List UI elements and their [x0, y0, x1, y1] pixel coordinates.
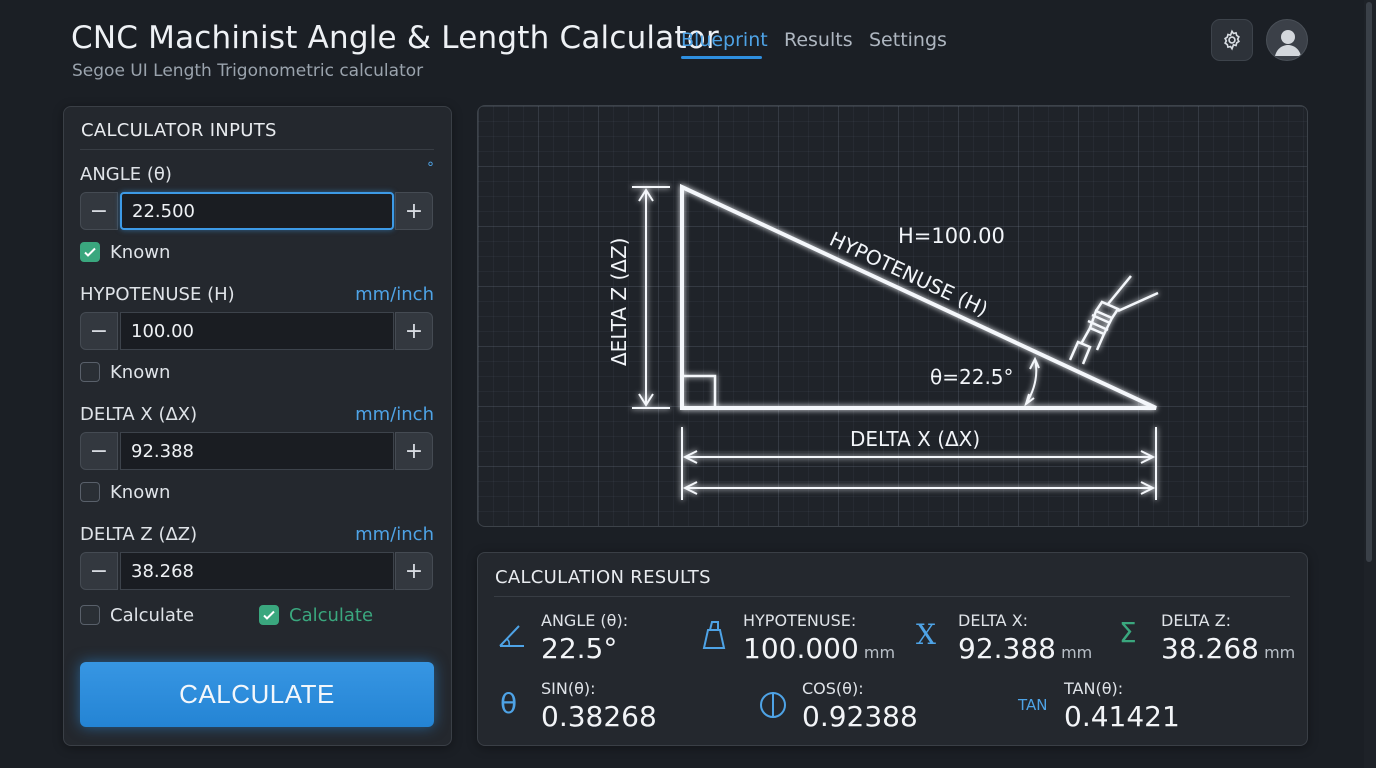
result-sin-label: SIN(θ):	[541, 679, 596, 698]
result-delta-z-unit: mm	[1264, 643, 1296, 662]
check-icon	[263, 610, 275, 620]
results-divider	[494, 596, 1290, 597]
delta-z-label: DELTA Z (ΔZ)	[80, 524, 198, 545]
calculate-button[interactable]: CALCULATE	[80, 662, 434, 727]
settings-button[interactable]	[1211, 19, 1253, 61]
cnc-tool-icon	[1068, 275, 1159, 365]
tab-blueprint[interactable]: Blueprint	[681, 29, 768, 51]
angle-decrement-button[interactable]: −	[80, 192, 118, 230]
hypotenuse-known-checkbox[interactable]	[80, 362, 100, 382]
active-tab-indicator	[681, 56, 762, 59]
hypotenuse-input[interactable]	[120, 312, 394, 350]
result-hypotenuse-unit: mm	[863, 643, 896, 662]
diagram-delta-x-label: DELTA X (ΔX)	[850, 427, 980, 451]
scrollbar-thumb[interactable]	[1366, 2, 1372, 562]
angle-known-checkbox[interactable]	[80, 242, 100, 262]
angle-known-label: Known	[110, 242, 171, 263]
app-title: CNC Machinist Angle & Length Calculator	[71, 20, 719, 56]
angle-unit: °	[427, 160, 434, 176]
inputs-divider	[80, 149, 434, 150]
angle-label: ANGLE (θ)	[80, 164, 172, 185]
result-cos-label: COS(θ):	[802, 679, 864, 698]
result-hypotenuse-value: 100.000	[743, 632, 859, 665]
calculate-option-checkbox-2[interactable]	[259, 605, 279, 625]
phi-icon	[760, 692, 786, 718]
delta-x-known-label: Known	[110, 482, 171, 503]
delta-z-decrement-button[interactable]: −	[80, 552, 118, 590]
delta-x-unit: mm/inch	[355, 404, 434, 425]
hypotenuse-icon	[702, 621, 726, 649]
user-avatar[interactable]	[1266, 19, 1308, 61]
delta-x-input[interactable]	[120, 432, 394, 470]
result-hypotenuse-readout: 100.000 mm	[743, 632, 895, 665]
hypotenuse-increment-button[interactable]: +	[395, 312, 433, 350]
result-delta-z-readout: 38.268 mm	[1161, 632, 1295, 665]
check-icon	[84, 247, 96, 257]
diagram-h-value: H=100.00	[898, 224, 1005, 248]
app-subtitle: Segoe UI Length Trigonometric calculator	[72, 61, 424, 81]
delta-x-known-checkbox[interactable]	[80, 482, 100, 502]
theta-icon: θ	[500, 687, 518, 720]
delta-x-label: DELTA X (ΔX)	[80, 404, 198, 425]
delta-x-decrement-button[interactable]: −	[80, 432, 118, 470]
angle-input[interactable]	[120, 192, 394, 230]
result-hypotenuse-label: HYPOTENUSE:	[743, 611, 857, 630]
hypotenuse-decrement-button[interactable]: −	[80, 312, 118, 350]
result-delta-x-unit: mm	[1061, 643, 1093, 662]
blueprint-diagram: H=100.00 HYPOTENUSE (H) θ=22.5° ΔELTA Z …	[477, 105, 1308, 527]
triangle-shape	[680, 183, 1157, 410]
hypotenuse-label: HYPOTENUSE (H)	[80, 284, 235, 305]
x-icon: X	[916, 618, 936, 651]
angle-increment-button[interactable]: +	[395, 192, 433, 230]
calculate-option-label-1: Calculate	[110, 605, 195, 626]
diagram-angle-label: θ=22.5°	[930, 365, 1014, 389]
result-angle-label: ANGLE (θ):	[541, 611, 629, 630]
calculate-option-checkbox-1[interactable]	[80, 605, 100, 625]
result-tan-value: 0.41421	[1064, 700, 1180, 733]
result-tan-label: TAN(θ):	[1064, 679, 1124, 698]
result-delta-x-readout: 92.388 mm	[958, 632, 1092, 665]
result-delta-z-value: 38.268	[1161, 632, 1259, 665]
result-angle-value: 22.5°	[541, 632, 618, 665]
gear-icon	[1224, 29, 1240, 51]
calculate-option-label-2: Calculate	[289, 605, 374, 626]
hypotenuse-unit: mm/inch	[355, 284, 434, 305]
inputs-title: CALCULATOR INPUTS	[81, 120, 277, 141]
result-sin-value: 0.38268	[541, 700, 657, 733]
angle-icon	[499, 625, 524, 647]
tan-icon: TAN	[1018, 696, 1048, 714]
result-cos-value: 0.92388	[802, 700, 918, 733]
tab-settings[interactable]: Settings	[869, 29, 947, 51]
tab-results[interactable]: Results	[784, 29, 853, 51]
right-angle-marker	[682, 374, 717, 408]
delta-z-dimension	[632, 186, 670, 409]
delta-z-unit: mm/inch	[355, 524, 434, 545]
result-delta-z-label: DELTA Z:	[1161, 611, 1232, 630]
user-avatar-icon	[1275, 30, 1301, 56]
hypotenuse-known-label: Known	[110, 362, 171, 383]
diagram-delta-z-label: ΔELTA Z (ΔZ)	[607, 238, 631, 366]
results-title: CALCULATION RESULTS	[495, 567, 711, 588]
delta-z-increment-button[interactable]: +	[395, 552, 433, 590]
delta-x-increment-button[interactable]: +	[395, 432, 433, 470]
result-delta-x-value: 92.388	[958, 632, 1056, 665]
sigma-icon: Σ	[1119, 616, 1137, 649]
result-delta-x-label: DELTA X:	[958, 611, 1029, 630]
delta-z-input[interactable]	[120, 552, 394, 590]
